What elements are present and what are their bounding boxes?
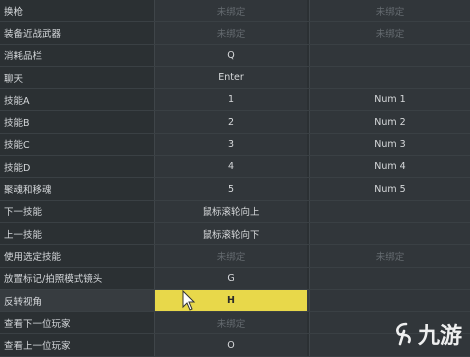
keybind-row[interactable]: 上一技能 鼠标滚轮向下: [0, 222, 470, 246]
keybind-table: 换枪 未绑定 未绑定 装备近战武器 未绑定 未绑定 消耗品栏 Q 聊天 Enter 技能A 1 Num …: [0, 0, 470, 357]
keybind-row[interactable]: 放置标记/拍照模式镜头 G: [0, 267, 470, 290]
keybind-action-label: 换枪: [4, 6, 24, 18]
secondary-binding-button[interactable]: [309, 289, 470, 312]
secondary-binding-button[interactable]: Num 2: [309, 111, 470, 133]
keybind-action-label: 技能C: [4, 140, 30, 152]
keybind-action-label: 查看下一位玩家: [4, 318, 71, 330]
keybind-row[interactable]: 技能C 3 Num 3: [0, 133, 470, 157]
keybind-action-label: 技能A: [4, 95, 30, 107]
keybind-action-label: 反转视角: [4, 296, 43, 308]
watermark-text: 九游: [417, 324, 462, 349]
keybind-row[interactable]: 反转视角 H: [0, 289, 470, 313]
keybind-row[interactable]: 技能B 2 Num 2: [0, 111, 470, 134]
keybind-row[interactable]: 聊天 Enter: [0, 66, 470, 90]
keybind-action-label: 技能B: [4, 118, 30, 130]
secondary-binding-button[interactable]: [309, 44, 470, 66]
keybind-action-label: 使用选定技能: [4, 251, 62, 263]
keybind-action-label: 消耗品栏: [4, 51, 43, 63]
primary-binding-button[interactable]: 3: [154, 133, 307, 156]
primary-binding-button[interactable]: 鼠标滚轮向下: [154, 222, 307, 245]
keybind-row[interactable]: 消耗品栏 Q: [0, 44, 470, 67]
keybind-row[interactable]: 换枪 未绑定 未绑定: [0, 0, 470, 23]
keybind-action-label: 查看上一位玩家: [4, 341, 71, 353]
keybind-row[interactable]: 下一技能 鼠标滚轮向上: [0, 200, 470, 223]
primary-binding-button[interactable]: H: [154, 289, 307, 312]
keybind-action-label: 装备近战武器: [4, 28, 62, 40]
secondary-binding-button[interactable]: 未绑定: [309, 0, 470, 22]
jiuyou-logo-icon: [396, 322, 411, 346]
keybind-action-label: 聊天: [4, 73, 24, 85]
secondary-binding-button[interactable]: [309, 267, 470, 289]
primary-binding-button[interactable]: G: [154, 267, 307, 289]
keybind-action-label: 聚魂和移魂: [4, 185, 52, 197]
primary-binding-button[interactable]: 未绑定: [154, 0, 307, 22]
secondary-binding-button[interactable]: 未绑定: [309, 245, 470, 267]
secondary-binding-button[interactable]: [309, 66, 470, 89]
keybind-action-label: 技能D: [4, 162, 31, 174]
primary-binding-button[interactable]: 未绑定: [154, 22, 307, 44]
mouse-cursor-icon: [182, 290, 196, 311]
primary-binding-button[interactable]: Q: [154, 44, 307, 66]
keybind-row[interactable]: 装备近战武器 未绑定 未绑定: [0, 22, 470, 45]
watermark: 九游: [392, 318, 462, 350]
keybind-action-label: 上一技能: [4, 229, 43, 241]
primary-binding-button[interactable]: 鼠标滚轮向上: [154, 200, 307, 222]
secondary-binding-button[interactable]: Num 1: [309, 89, 470, 111]
primary-binding-button[interactable]: 未绑定: [154, 312, 307, 334]
secondary-binding-button[interactable]: [309, 200, 470, 222]
secondary-binding-button[interactable]: [309, 222, 470, 245]
secondary-binding-button[interactable]: Num 5: [309, 178, 470, 200]
keybind-row[interactable]: 使用选定技能 未绑定 未绑定: [0, 245, 470, 268]
primary-binding-button[interactable]: 5: [154, 178, 307, 200]
secondary-binding-button[interactable]: 未绑定: [309, 22, 470, 44]
primary-binding-button[interactable]: 2: [154, 111, 307, 133]
secondary-binding-button[interactable]: Num 3: [309, 133, 470, 156]
secondary-binding-button[interactable]: Num 4: [309, 156, 470, 178]
keybind-row[interactable]: 技能A 1 Num 1: [0, 89, 470, 112]
primary-binding-button[interactable]: 未绑定: [154, 245, 307, 267]
primary-binding-button[interactable]: O: [154, 334, 307, 356]
keybind-row[interactable]: 聚魂和移魂 5 Num 5: [0, 178, 470, 201]
primary-binding-button[interactable]: 1: [154, 89, 307, 111]
keybind-row[interactable]: 技能D 4 Num 4: [0, 156, 470, 179]
primary-binding-button[interactable]: 4: [154, 156, 307, 178]
keybind-action-label: 放置标记/拍照模式镜头: [4, 274, 103, 286]
keybind-action-label: 下一技能: [4, 207, 43, 219]
primary-binding-button[interactable]: Enter: [154, 66, 307, 89]
